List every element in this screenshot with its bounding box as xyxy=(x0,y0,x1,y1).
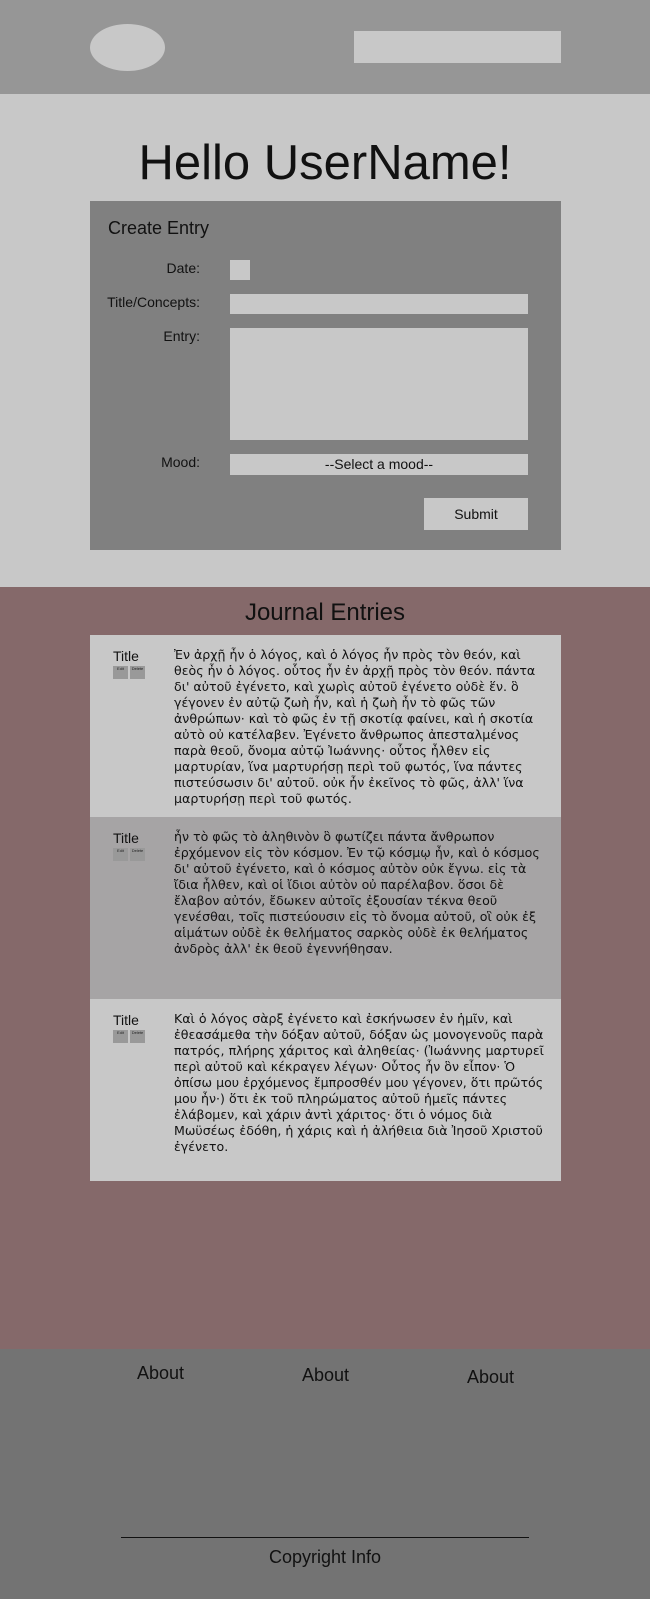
hero-section: Hello UserName! Create Entry Date: Title… xyxy=(0,94,650,587)
mood-select[interactable]: --Select a mood-- xyxy=(230,454,528,475)
footer-about-link[interactable]: About xyxy=(137,1363,184,1384)
journal-entry: Title Edit Delete Καὶ ὁ λόγος σὰρξ ἐγένε… xyxy=(90,999,561,1181)
site-footer: About About About Copyright Info xyxy=(0,1349,650,1599)
create-entry-title: Create Entry xyxy=(108,218,210,238)
footer-about-link[interactable]: About xyxy=(302,1365,349,1386)
footer-divider xyxy=(121,1537,529,1538)
entry-title: Title xyxy=(113,830,139,846)
edit-button[interactable]: Edit xyxy=(113,848,128,861)
header-search-input[interactable] xyxy=(354,31,561,63)
delete-button[interactable]: Delete xyxy=(130,666,145,679)
greeting-heading: Hello UserName! xyxy=(138,136,512,190)
date-label: Date: xyxy=(166,260,200,276)
journal-section: Journal Entries Title Edit Delete Ἐν ἀρχ… xyxy=(0,587,650,1349)
site-header xyxy=(0,0,650,94)
entry-label: Entry: xyxy=(163,328,200,344)
entry-title: Title xyxy=(113,1012,139,1028)
date-field[interactable] xyxy=(230,260,250,280)
submit-button[interactable]: Submit xyxy=(424,498,528,530)
entry-text: ἦν τὸ φῶς τὸ ἀληθινὸν ὃ φωτίζει πάντα ἄν… xyxy=(174,829,540,956)
mood-label: Mood: xyxy=(161,454,200,470)
entry-text: Ἐν ἀρχῇ ἦν ὁ λόγος, καὶ ὁ λόγος ἦν πρὸς … xyxy=(174,647,536,806)
delete-button[interactable]: Delete xyxy=(130,1030,145,1043)
entry-text: Καὶ ὁ λόγος σὰρξ ἐγένετο καὶ ἐσκήνωσεν ἐ… xyxy=(174,1011,544,1154)
delete-button[interactable]: Delete xyxy=(130,848,145,861)
entry-textarea[interactable] xyxy=(230,328,528,440)
edit-button[interactable]: Edit xyxy=(113,666,128,679)
journal-title: Journal Entries xyxy=(244,599,406,626)
footer-about-link[interactable]: About xyxy=(467,1367,514,1388)
logo[interactable] xyxy=(90,24,165,71)
title-field[interactable] xyxy=(230,294,528,314)
create-entry-form: Create Entry Date: Title/Concepts: Entry… xyxy=(90,201,561,550)
edit-button[interactable]: Edit xyxy=(113,1030,128,1043)
title-label: Title/Concepts: xyxy=(107,294,200,310)
journal-entry: Title Edit Delete ἦν τὸ φῶς τὸ ἀληθινὸν … xyxy=(90,817,561,999)
journal-entry: Title Edit Delete Ἐν ἀρχῇ ἦν ὁ λόγος, κα… xyxy=(90,635,561,817)
copyright-text: Copyright Info xyxy=(268,1547,382,1567)
entry-title: Title xyxy=(113,648,139,664)
journal-entry-list: Title Edit Delete Ἐν ἀρχῇ ἦν ὁ λόγος, κα… xyxy=(90,635,561,1181)
